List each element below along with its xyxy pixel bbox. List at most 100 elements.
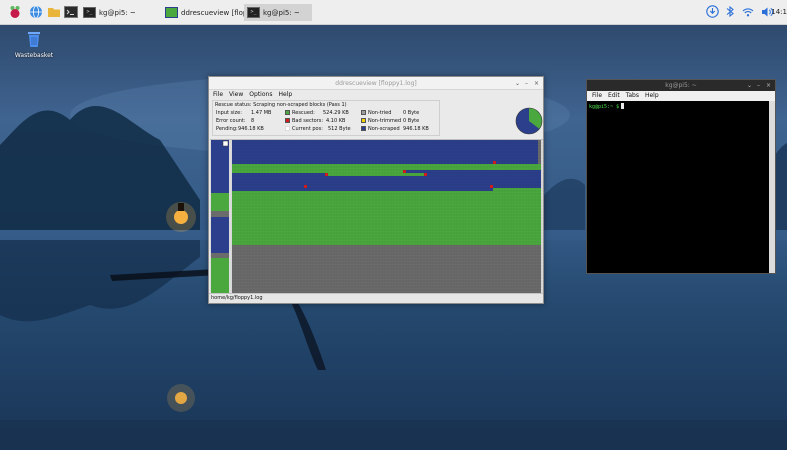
menu-help[interactable]: Help — [278, 90, 292, 99]
ddrescueview-window: ddrescueview [floppy1.log] ⌄ – × File Vi… — [208, 76, 544, 304]
non-scraped-block — [232, 182, 541, 185]
rescued-block — [232, 230, 541, 233]
rescued-block — [232, 233, 541, 236]
non-tried-swatch — [361, 110, 366, 115]
unused-block — [232, 284, 541, 287]
terminal-window: kg@pi5: ~ ⌄ – × File Edit Tabs Help kg@p… — [586, 79, 776, 274]
unused-block — [538, 155, 541, 158]
menu-view[interactable]: View — [229, 90, 243, 99]
rescued-block — [232, 242, 541, 245]
rescued-block — [232, 239, 541, 242]
unused-block — [232, 275, 541, 278]
menubar: File View Options Help — [209, 90, 543, 99]
menu-edit[interactable]: Edit — [608, 91, 620, 101]
bad-sector-block — [325, 173, 328, 176]
overview-segment — [211, 258, 229, 293]
menu-options[interactable]: Options — [249, 90, 272, 99]
globe-icon[interactable] — [29, 5, 43, 19]
terminal-scrollbar[interactable] — [769, 101, 775, 273]
rescued-block — [232, 218, 541, 221]
rescued-block — [232, 164, 541, 167]
menu-file[interactable]: File — [213, 90, 223, 99]
close-icon[interactable]: × — [764, 80, 773, 91]
unused-block — [232, 251, 541, 254]
unused-block — [538, 146, 541, 149]
current-pos-value: 512 Byte — [328, 126, 351, 132]
non-tried-label: Non-tried — [368, 110, 392, 116]
bad-sectors-swatch — [285, 118, 290, 123]
taskbar-task-terminal[interactable]: >_ kg@pi5: ~ — [80, 4, 139, 21]
minimize-icon[interactable]: – — [754, 80, 763, 91]
unused-block — [538, 161, 541, 164]
rescued-block — [232, 194, 541, 197]
taskbar-task-label: kg@pi5: ~ — [263, 8, 300, 17]
non-scraped-value: 946.18 KB — [403, 126, 429, 132]
current-pos-swatch — [285, 126, 290, 131]
input-size-label: Input size: — [216, 110, 242, 116]
terminal-icon: >_ — [247, 7, 260, 18]
block-grid-area[interactable] — [210, 139, 543, 293]
current-position-marker — [222, 140, 229, 147]
close-icon[interactable]: × — [532, 77, 541, 90]
window-titlebar[interactable]: ddrescueview [floppy1.log] ⌄ – × — [209, 77, 543, 90]
terminal-cursor — [621, 103, 625, 109]
unused-block — [538, 149, 541, 152]
rescued-block — [232, 224, 541, 227]
chevron-down-icon[interactable]: ⌄ — [513, 77, 522, 90]
desktop-icon-wastebasket[interactable]: Wastebasket — [14, 31, 54, 59]
unused-block — [538, 140, 541, 143]
non-trimmed-label: Non-trimmed — [368, 118, 402, 124]
terminal-body[interactable]: kg@pi5:~ $ — [587, 101, 769, 273]
current-pos-legend: Current pos: — [285, 125, 323, 133]
bad-sectors-legend: Bad sectors: — [285, 117, 323, 125]
unused-block — [232, 287, 541, 290]
menu-file[interactable]: File — [592, 91, 602, 101]
terminal-icon[interactable] — [64, 5, 78, 19]
terminal-prompt: kg@pi5:~ $ — [589, 104, 620, 110]
error-count-label: Error count: — [216, 118, 246, 124]
terminal-titlebar[interactable]: kg@pi5: ~ ⌄ – × — [587, 80, 775, 91]
block-grid[interactable] — [210, 140, 543, 293]
non-scraped-label: Non-scraped — [368, 126, 400, 132]
menu-tabs[interactable]: Tabs — [626, 91, 639, 101]
rescued-block — [232, 203, 541, 206]
bad-sector-block — [403, 170, 406, 173]
pending-label: Pending: — [216, 126, 238, 132]
clock[interactable]: 14:1 — [771, 4, 787, 21]
bad-sectors-label: Bad sectors: — [292, 118, 324, 124]
trash-icon — [26, 32, 42, 50]
minimize-icon[interactable]: – — [522, 77, 531, 90]
rescued-block — [232, 191, 541, 194]
rescued-block — [232, 167, 541, 170]
download-icon[interactable] — [706, 5, 719, 20]
rescued-legend: Rescued: — [285, 109, 315, 117]
rescued-label: Rescued: — [292, 110, 315, 116]
rescued-block — [232, 236, 541, 239]
folder-icon[interactable] — [47, 5, 61, 19]
wifi-icon[interactable] — [742, 6, 754, 20]
rescue-status-panel: Rescue status: Scraping non-scraped bloc… — [212, 100, 440, 136]
unused-block — [232, 248, 541, 251]
unused-block — [232, 263, 541, 266]
input-size-value: 1.47 MB — [251, 110, 272, 116]
non-trimmed-value: 0 Byte — [403, 118, 420, 124]
raspberry-icon[interactable] — [8, 5, 22, 19]
system-tray — [706, 4, 774, 21]
overview-segment — [211, 140, 229, 193]
menu-help[interactable]: Help — [645, 91, 659, 101]
terminal-menubar: File Edit Tabs Help — [587, 91, 775, 101]
overview-segment — [211, 217, 229, 253]
rescued-block — [232, 170, 403, 173]
chevron-down-icon[interactable]: ⌄ — [745, 80, 754, 91]
unused-block — [538, 152, 541, 155]
rescued-block — [232, 215, 541, 218]
bad-sector-block — [493, 161, 496, 164]
non-scraped-block — [232, 179, 541, 182]
taskbar-task-terminal-active[interactable]: >_ kg@pi5: ~ — [244, 4, 312, 21]
bad-sector-block — [304, 185, 307, 188]
bluetooth-icon[interactable] — [726, 5, 734, 20]
taskbar: >_ kg@pi5: ~ ddrescueview [floppy... >_ … — [0, 0, 787, 25]
unused-block — [232, 260, 541, 263]
unused-block — [538, 143, 541, 146]
terminal-icon: >_ — [83, 7, 96, 18]
